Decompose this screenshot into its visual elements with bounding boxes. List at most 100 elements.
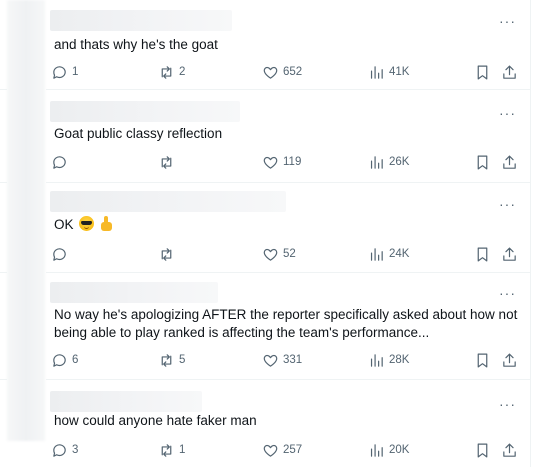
divider <box>0 379 7 380</box>
retweet-icon <box>161 353 172 367</box>
views-icon <box>370 247 383 261</box>
tweet-actions: 119 26K <box>46 152 530 172</box>
more-options-button[interactable]: ··· <box>499 106 516 120</box>
tweet-text: and thats why he's the goat <box>54 37 218 52</box>
thumbs-up-icon <box>100 216 114 231</box>
feed-border <box>530 0 531 467</box>
reply-count: 3 <box>72 444 79 456</box>
views-button[interactable]: 28K <box>368 350 409 370</box>
tweet-actions: 3 1 257 20K <box>46 440 530 460</box>
tweet-text: how could anyone hate faker man <box>54 413 257 428</box>
share-icon <box>503 65 516 79</box>
divider <box>0 272 7 273</box>
retweet-button[interactable] <box>158 244 179 264</box>
like-count: 652 <box>283 66 303 78</box>
views-icon <box>370 65 383 79</box>
like-count: 119 <box>283 156 302 168</box>
retweet-count: 5 <box>179 354 186 366</box>
divider <box>0 89 7 90</box>
retweet-icon <box>161 155 172 169</box>
share-icon <box>503 155 516 169</box>
reply-button[interactable]: 1 <box>51 62 78 82</box>
heart-icon <box>263 248 278 261</box>
bookmark-icon <box>477 353 488 367</box>
reply-tweet[interactable]: ··· how could anyone hate faker man 3 1 … <box>46 380 530 467</box>
blurred-user-name <box>50 101 240 122</box>
reply-button[interactable]: 3 <box>51 440 78 460</box>
blurred-user-name <box>50 10 232 31</box>
bookmark-button[interactable] <box>474 62 491 82</box>
more-options-button[interactable]: ··· <box>499 397 516 411</box>
heart-icon <box>263 66 278 79</box>
reply-count: 1 <box>72 66 79 78</box>
like-count: 257 <box>283 444 303 456</box>
share-icon <box>503 353 516 367</box>
more-options-button[interactable]: ··· <box>499 197 516 211</box>
divider <box>0 182 7 183</box>
like-button[interactable]: 331 <box>262 350 302 370</box>
views-icon <box>370 155 383 169</box>
reply-icon <box>53 443 66 457</box>
more-options-button[interactable]: ··· <box>499 14 516 28</box>
views-count: 20K <box>389 444 410 456</box>
bookmark-icon <box>477 443 488 457</box>
blurred-user-name <box>50 391 202 412</box>
reply-button[interactable] <box>51 244 72 264</box>
bookmark-icon <box>477 65 488 79</box>
like-button[interactable]: 652 <box>262 62 302 82</box>
share-button[interactable] <box>501 62 518 82</box>
reply-feed-page: ··· and thats why he's the goat 1 2 652 <box>0 0 535 467</box>
views-button[interactable]: 20K <box>368 440 409 460</box>
blurred-avatar-column <box>7 0 45 441</box>
reply-icon <box>53 65 66 79</box>
views-button[interactable]: 41K <box>368 62 409 82</box>
reply-button[interactable]: 6 <box>51 350 78 370</box>
like-button[interactable]: 257 <box>262 440 302 460</box>
tweet-text-content: OK <box>54 217 74 232</box>
blurred-user-name <box>50 282 218 303</box>
reply-tweet[interactable]: ··· Goat public classy reflection 119 26… <box>46 90 530 183</box>
share-button[interactable] <box>501 244 518 264</box>
bookmark-icon <box>477 247 488 261</box>
bookmark-button[interactable] <box>474 440 491 460</box>
reply-tweet[interactable]: ··· and thats why he's the goat 1 2 652 <box>46 0 530 90</box>
reply-count: 6 <box>72 354 79 366</box>
views-icon <box>370 443 383 457</box>
share-button[interactable] <box>501 440 518 460</box>
reply-icon <box>53 247 66 261</box>
retweet-button[interactable]: 5 <box>158 350 185 370</box>
retweet-button[interactable]: 1 <box>158 440 185 460</box>
tweet-text: No way he's apologizing AFTER the report… <box>54 307 518 340</box>
reply-button[interactable] <box>51 152 72 172</box>
share-button[interactable] <box>501 350 518 370</box>
heart-icon <box>263 354 278 367</box>
retweet-button[interactable] <box>158 152 179 172</box>
like-button[interactable]: 119 <box>262 152 301 172</box>
like-count: 52 <box>283 248 296 260</box>
like-button[interactable]: 52 <box>262 244 296 264</box>
views-count: 28K <box>389 354 410 366</box>
tweet-text: OK <box>54 216 524 234</box>
views-count: 24K <box>389 248 410 260</box>
bookmark-button[interactable] <box>474 244 491 264</box>
share-icon <box>503 443 516 457</box>
views-button[interactable]: 26K <box>368 152 409 172</box>
tweet-actions: 52 24K <box>46 244 530 264</box>
heart-icon <box>263 444 278 457</box>
views-count: 26K <box>389 156 410 168</box>
share-button[interactable] <box>501 152 518 172</box>
retweet-button[interactable]: 2 <box>158 62 185 82</box>
reply-tweet[interactable]: ··· No way he's apologizing AFTER the re… <box>46 273 530 380</box>
bookmark-button[interactable] <box>474 350 491 370</box>
retweet-count: 1 <box>179 444 186 456</box>
reply-icon <box>53 353 66 367</box>
more-options-button[interactable]: ··· <box>499 286 516 300</box>
bookmark-button[interactable] <box>474 152 491 172</box>
tweet-text: Goat public classy reflection <box>54 126 223 141</box>
retweet-icon <box>161 443 172 457</box>
bookmark-icon <box>477 155 488 169</box>
retweet-icon <box>161 247 172 261</box>
retweet-icon <box>161 65 172 79</box>
views-button[interactable]: 24K <box>368 244 409 264</box>
reply-tweet[interactable]: ··· OK 52 24K <box>46 183 530 273</box>
